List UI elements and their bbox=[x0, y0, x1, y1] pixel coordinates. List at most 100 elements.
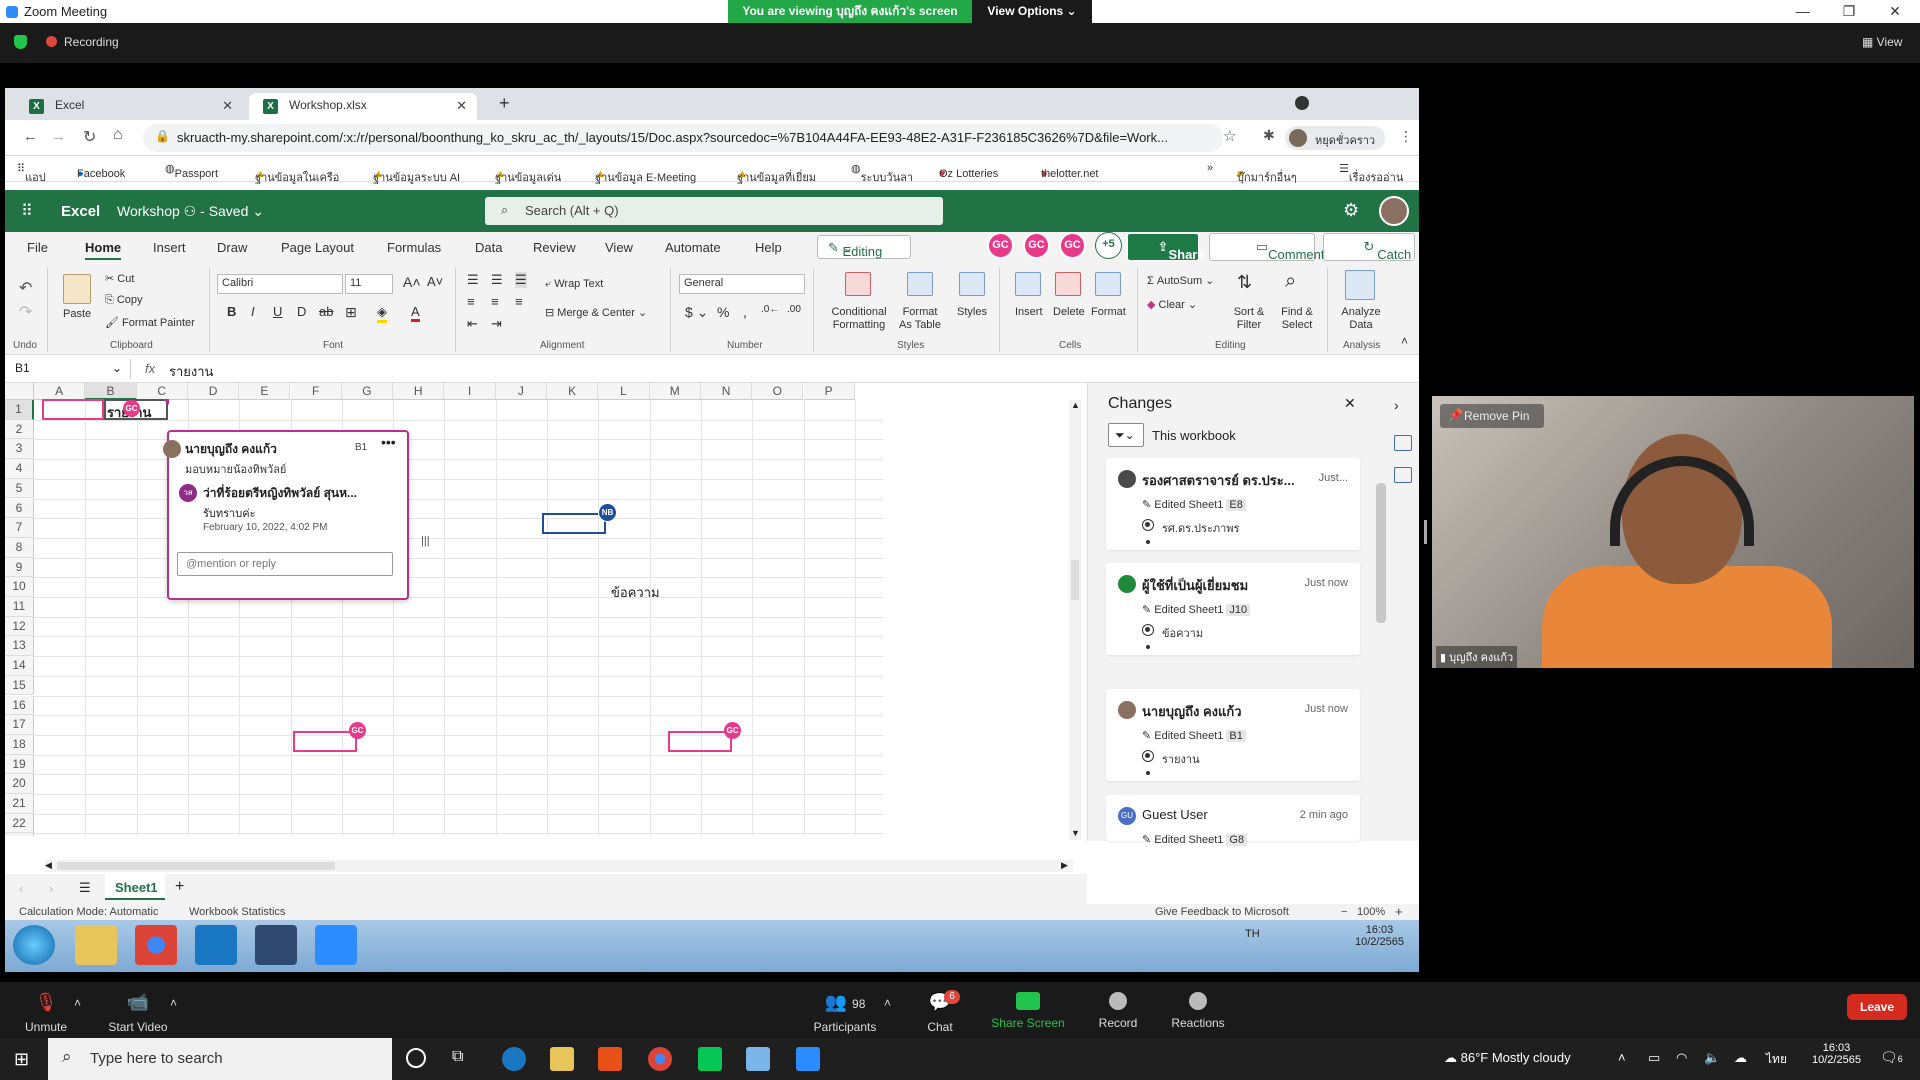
bookmark-reading-list[interactable]: ☰ เรื่องรออ่าน bbox=[1339, 162, 1403, 184]
decrease-decimal-icon[interactable]: .00 bbox=[787, 304, 801, 315]
maximize-icon[interactable]: ❐ bbox=[1826, 0, 1872, 23]
edge-icon[interactable] bbox=[195, 925, 237, 965]
column-header[interactable]: N bbox=[700, 383, 753, 400]
paste-icon[interactable] bbox=[63, 274, 91, 304]
paste-button[interactable]: Paste bbox=[63, 308, 91, 320]
chrome-icon[interactable] bbox=[135, 925, 177, 965]
row-header[interactable]: 1 bbox=[5, 400, 34, 420]
tab-close-icon[interactable]: ✕ bbox=[456, 98, 467, 114]
extensions-icon[interactable]: ✱ bbox=[1263, 127, 1275, 144]
scroll-left-icon[interactable]: ◀ bbox=[45, 860, 52, 871]
format-cells-icon[interactable] bbox=[1095, 272, 1121, 296]
shrink-font-icon[interactable]: A˅ bbox=[427, 274, 443, 289]
tab-search-icon[interactable] bbox=[1295, 96, 1309, 110]
collaborator-avatar[interactable]: GC bbox=[1023, 232, 1050, 259]
home-icon[interactable]: ⌂ bbox=[113, 126, 123, 144]
participant-video[interactable]: 📌 Remove Pin ▮ บุญถึง คงแก้ว bbox=[1432, 396, 1914, 668]
font-size-select[interactable]: 11 bbox=[345, 274, 393, 294]
fx-icon[interactable]: fx bbox=[145, 361, 155, 376]
row-header[interactable]: 2 bbox=[5, 419, 34, 440]
number-format-select[interactable]: General bbox=[679, 274, 805, 294]
sheet-tab-sheet1[interactable]: Sheet1 bbox=[105, 874, 165, 900]
column-header[interactable]: B bbox=[85, 383, 137, 400]
cell-ref-badge[interactable]: B1 bbox=[1226, 730, 1246, 742]
scroll-down-icon[interactable]: ▼ bbox=[1071, 828, 1080, 838]
profile-button[interactable]: หยุดชั่วคราว bbox=[1285, 126, 1385, 150]
column-header[interactable]: E bbox=[239, 383, 291, 400]
add-sheet-icon[interactable]: + bbox=[175, 878, 184, 896]
menu-icon[interactable]: ⋮ bbox=[1399, 128, 1413, 145]
currency-icon[interactable]: $ ⌄ bbox=[685, 304, 708, 321]
video-options-icon[interactable]: ˄ bbox=[170, 996, 177, 1010]
align-bottom-icon[interactable]: ☰ bbox=[515, 272, 527, 288]
row-header[interactable]: 8 bbox=[5, 537, 34, 558]
language-indicator[interactable]: ไทย bbox=[1766, 1050, 1787, 1069]
comma-icon[interactable]: , bbox=[743, 304, 747, 320]
network-icon[interactable]: ▭ bbox=[1648, 1050, 1660, 1066]
delete-cells-icon[interactable] bbox=[1055, 272, 1081, 296]
reactions-button[interactable]: Reactions bbox=[1158, 992, 1238, 1030]
volume-icon[interactable]: 🔈 bbox=[1704, 1050, 1720, 1066]
collaborator-avatar[interactable]: GC bbox=[1059, 232, 1086, 259]
wrap-text-button[interactable]: ⤶ Wrap Text bbox=[545, 278, 603, 291]
column-header[interactable]: K bbox=[547, 383, 599, 400]
bookmarks-more[interactable]: » bbox=[1207, 162, 1213, 174]
collaborator-avatar[interactable]: GC bbox=[987, 232, 1014, 259]
pane-scroll-thumb[interactable] bbox=[1376, 483, 1386, 623]
font-name-select[interactable]: Calibri bbox=[217, 274, 343, 294]
change-card[interactable]: นายบุญถึง คงแก้ว Just now ✎ Edited Sheet… bbox=[1106, 689, 1360, 781]
grow-font-icon[interactable]: A˄ bbox=[403, 274, 421, 290]
delete-cells-button[interactable]: Delete bbox=[1053, 306, 1085, 318]
search-input[interactable]: ⌕ Search (Alt + Q) bbox=[485, 197, 943, 225]
column-header[interactable]: O bbox=[752, 383, 804, 400]
increase-decimal-icon[interactable]: .0← bbox=[761, 304, 779, 315]
copy-button[interactable]: ⎘ Copy bbox=[105, 294, 143, 307]
scroll-up-icon[interactable]: ▲ bbox=[1071, 400, 1080, 410]
tab-insert[interactable]: Insert bbox=[153, 240, 186, 255]
comment-thread[interactable]: นายบุญถึง คงแก้ว B1 ••• มอบหมายน้องทิพวั… bbox=[163, 430, 409, 600]
start-video-button[interactable]: 📹 Start Video bbox=[98, 992, 178, 1034]
cut-button[interactable]: ✂ Cut bbox=[105, 272, 134, 285]
column-header[interactable]: F bbox=[290, 383, 342, 400]
more-collaborators[interactable]: +5 bbox=[1095, 232, 1122, 259]
cell-styles-icon[interactable] bbox=[959, 272, 985, 296]
view-button[interactable]: ▦ View bbox=[1862, 35, 1902, 49]
gear-icon[interactable]: ⚙ bbox=[1343, 200, 1359, 221]
zoom-icon[interactable] bbox=[796, 1047, 820, 1071]
cell-ref-badge[interactable]: G8 bbox=[1226, 834, 1248, 846]
row-header[interactable]: 3 bbox=[5, 439, 34, 460]
chevron-right-icon[interactable]: › bbox=[1394, 397, 1399, 413]
clear-button[interactable]: ◆ Clear ⌄ bbox=[1147, 298, 1197, 311]
star-icon[interactable]: ☆ bbox=[1223, 127, 1236, 145]
minimize-icon[interactable]: — bbox=[1780, 0, 1826, 23]
row-header[interactable]: 12 bbox=[5, 616, 34, 637]
tab-help[interactable]: Help bbox=[755, 240, 782, 255]
participants-options-icon[interactable]: ˄ bbox=[884, 996, 891, 1010]
weather[interactable]: ☁ 86°F Mostly cloudy bbox=[1444, 1050, 1571, 1066]
next-sheet-icon[interactable]: › bbox=[49, 881, 53, 896]
url-input[interactable]: 🔒 skruacth-my.sharepoint.com/:x:/r/person… bbox=[143, 124, 1223, 152]
align-middle-icon[interactable]: ☰ bbox=[491, 272, 503, 288]
spreadsheet-grid[interactable]: ABCDEFGHIJKLMNOP 1 2 3 4 5 6 7 8 9 10 11 12 13 14 15 16… bbox=[5, 383, 883, 836]
format-cells-button[interactable]: Format bbox=[1091, 306, 1126, 318]
all-sheets-icon[interactable]: ☰ bbox=[79, 880, 91, 896]
prev-sheet-icon[interactable]: ‹ bbox=[19, 881, 23, 896]
scroll-thumb[interactable] bbox=[57, 862, 335, 870]
scroll-right-icon[interactable]: ▶ bbox=[1061, 860, 1068, 871]
clock[interactable]: 16:03 10/2/2565 bbox=[1812, 1042, 1861, 1066]
row-header[interactable]: 21 bbox=[5, 794, 34, 814]
reply-input[interactable]: @mention or reply bbox=[177, 552, 393, 576]
video-resize-handle[interactable] bbox=[1424, 520, 1427, 544]
align-left-icon[interactable]: ≡ bbox=[467, 294, 475, 309]
record-button[interactable]: Record bbox=[1078, 992, 1158, 1030]
column-header[interactable]: H bbox=[393, 383, 445, 400]
row-header[interactable]: 18 bbox=[5, 734, 34, 755]
edge-icon[interactable] bbox=[502, 1047, 526, 1071]
app-s-icon[interactable] bbox=[255, 925, 297, 965]
column-header[interactable]: A bbox=[34, 383, 86, 400]
tab-draw[interactable]: Draw bbox=[217, 240, 247, 255]
increase-indent-icon[interactable]: ⇥ bbox=[491, 316, 502, 332]
align-right-icon[interactable]: ≡ bbox=[515, 294, 523, 309]
user-avatar[interactable] bbox=[1379, 196, 1409, 226]
row-header[interactable]: 11 bbox=[5, 597, 34, 617]
